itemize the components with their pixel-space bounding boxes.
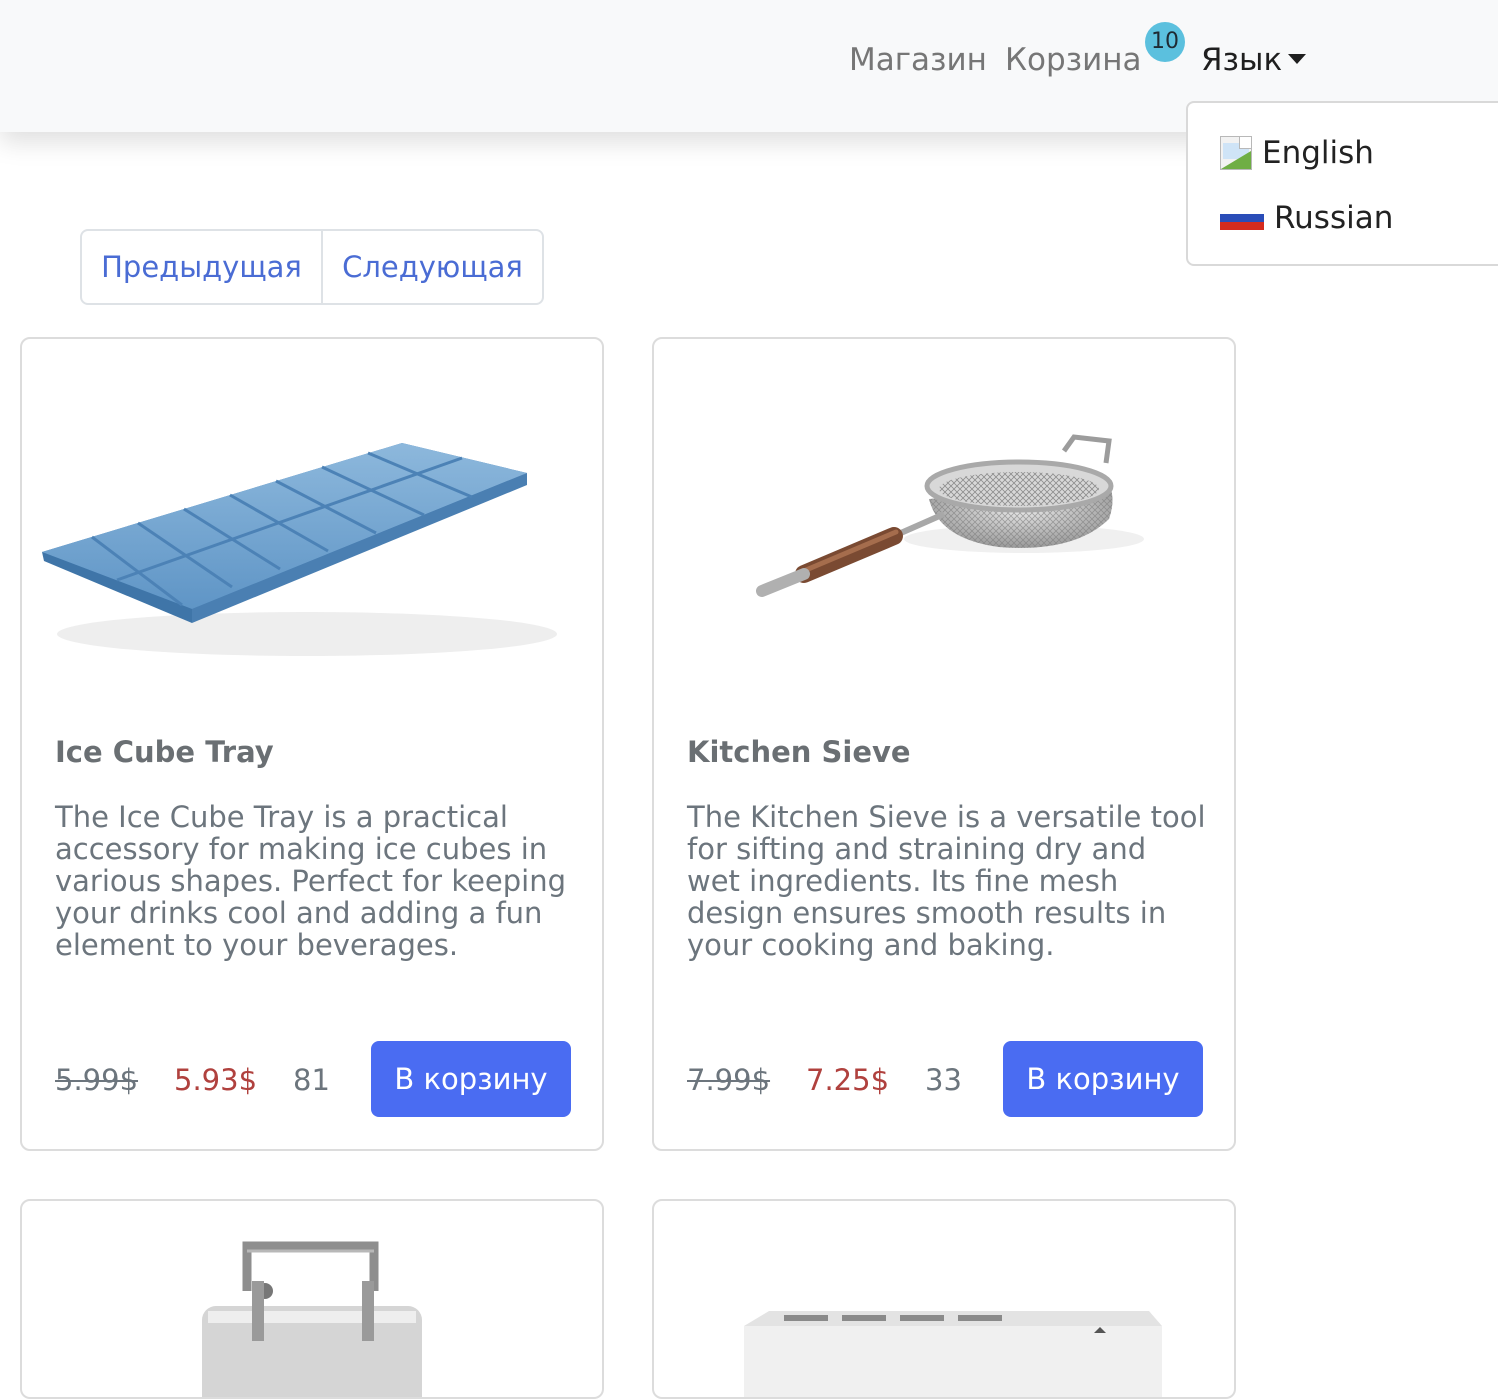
sale-price: 5.93$: [174, 1063, 258, 1097]
language-option-label: Russian: [1274, 200, 1394, 236]
language-label: Язык: [1201, 42, 1283, 78]
pagination: Предыдущая Следующая: [80, 229, 544, 305]
product-card: [652, 1199, 1236, 1399]
previous-page-button[interactable]: Предыдущая: [82, 231, 323, 303]
product-card: Kitchen Sieve The Kitchen Sieve is a ver…: [652, 337, 1236, 1151]
stock-count: 81: [293, 1063, 330, 1097]
language-dropdown-toggle[interactable]: Язык: [1201, 42, 1307, 78]
sale-price: 7.25$: [806, 1063, 890, 1097]
language-option-russian[interactable]: Russian: [1220, 200, 1393, 236]
microwave-image: [744, 1311, 1162, 1397]
stock-count: 33: [925, 1063, 962, 1097]
old-price: 5.99$: [55, 1063, 139, 1097]
old-price: 7.99$: [687, 1063, 771, 1097]
add-to-cart-button[interactable]: В корзину: [1003, 1041, 1203, 1117]
product-card: Ice Cube Tray The Ice Cube Tray is a pra…: [20, 337, 604, 1151]
ice-cube-tray-image: [42, 443, 557, 656]
russia-flag-icon: [1220, 206, 1264, 230]
cart-count-badge: 10: [1145, 22, 1185, 62]
nav-cart-link[interactable]: Корзина: [1005, 42, 1142, 78]
product-description: The Ice Cube Tray is a practical accesso…: [55, 800, 567, 962]
language-dropdown-menu: English Russian: [1186, 101, 1498, 266]
lunch-container-image: [202, 1241, 422, 1397]
kitchen-sieve-image: [756, 434, 1144, 597]
broken-image-icon: [1220, 136, 1252, 170]
nav-shop-link[interactable]: Магазин: [849, 42, 987, 78]
product-card: [20, 1199, 604, 1399]
next-page-button[interactable]: Следующая: [323, 231, 542, 303]
product-title: Ice Cube Tray: [55, 735, 274, 769]
product-title: Kitchen Sieve: [687, 735, 911, 769]
caret-down-icon: [1288, 53, 1307, 64]
product-description: The Kitchen Sieve is a versatile tool fo…: [687, 800, 1206, 962]
language-option-english[interactable]: English: [1220, 135, 1374, 171]
add-to-cart-button[interactable]: В корзину: [371, 1041, 571, 1117]
language-option-label: English: [1262, 135, 1374, 171]
